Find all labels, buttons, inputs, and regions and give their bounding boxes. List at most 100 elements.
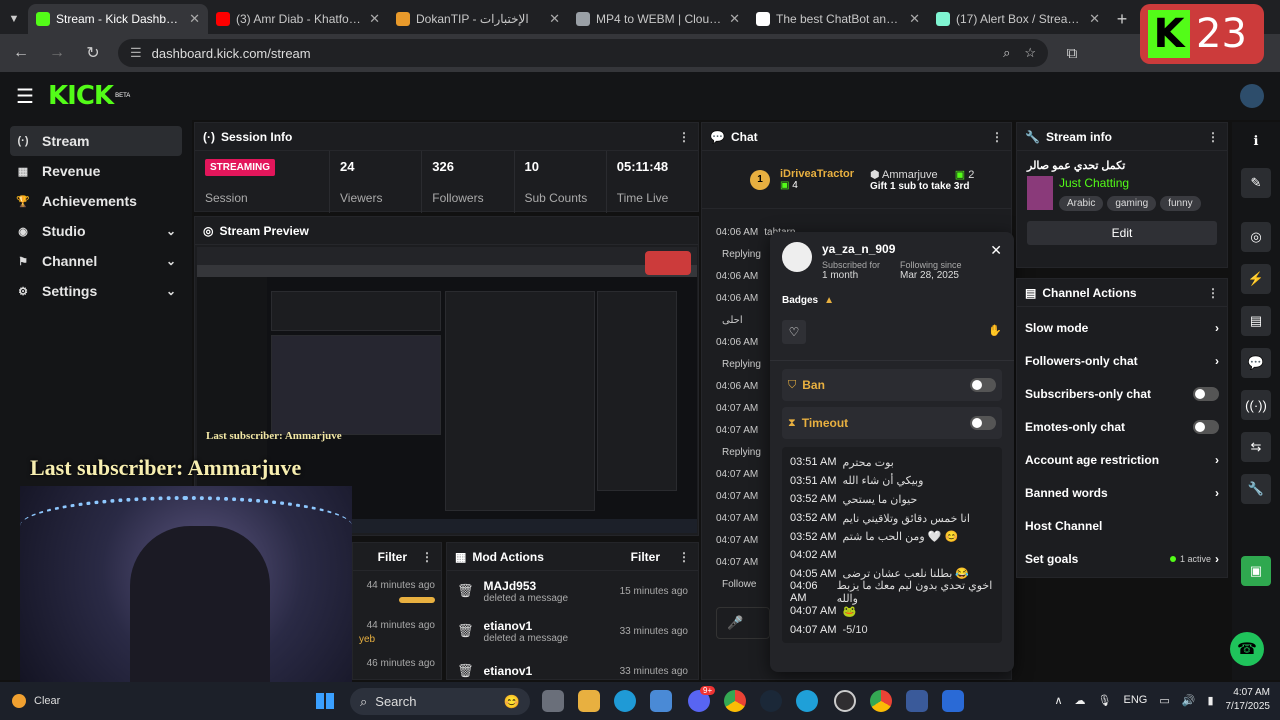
channel-action-host-channel[interactable]: Host Channel	[1017, 509, 1227, 542]
kick-logo[interactable]: KICK	[48, 81, 114, 111]
extensions-icon[interactable]: ⧉	[1062, 45, 1082, 62]
channel-action-subscribers-only-chat[interactable]: Subscribers-only chat	[1017, 377, 1227, 410]
chat-input[interactable]: 🎤	[716, 607, 770, 639]
language-indicator[interactable]: ENG	[1123, 694, 1147, 706]
filter-button[interactable]: Filter	[378, 550, 407, 564]
toggle-switch[interactable]	[1193, 386, 1219, 401]
obs-icon[interactable]	[834, 690, 856, 712]
channel-action-slow-mode[interactable]: Slow mode ›	[1017, 311, 1227, 344]
close-tab-icon[interactable]: ✕	[549, 11, 560, 27]
sidebar-item-studio[interactable]: ◉ Studio ⌄	[10, 216, 182, 246]
channel-action-emotes-only-chat[interactable]: Emotes-only chat	[1017, 410, 1227, 443]
app-check-icon[interactable]	[942, 690, 964, 712]
popup-username[interactable]: ya_za_n_909	[822, 242, 962, 256]
browser-tab[interactable]: (17) Alert Box / Streamlabs ✕	[928, 4, 1108, 34]
mod-action-user[interactable]: MAJd953	[484, 579, 569, 593]
chrome-icon[interactable]	[724, 690, 746, 712]
visual-studio-icon[interactable]	[906, 690, 928, 712]
browser-tab[interactable]: The best ChatBot and Wid ✕	[748, 4, 928, 34]
wrench-icon[interactable]: 🔧	[1241, 474, 1271, 504]
toggle-switch[interactable]	[1193, 419, 1219, 434]
mod-badge-icon[interactable]: ✋	[988, 320, 1002, 344]
stream-info-menu-icon[interactable]: ⋮	[1207, 130, 1219, 144]
clock[interactable]: 4:07 AM 7/17/2025	[1226, 686, 1271, 714]
close-tab-icon[interactable]: ✕	[1089, 11, 1100, 27]
volume-icon[interactable]: 🔊	[1182, 694, 1196, 707]
edit-stream-info-button[interactable]: Edit	[1027, 221, 1217, 245]
url-field[interactable]: ☰ dashboard.kick.com/stream ⌕ ☆	[118, 39, 1048, 67]
onedrive-icon[interactable]: ☁	[1075, 694, 1086, 707]
follow-heart-button[interactable]: ♡	[782, 320, 806, 344]
profile-avatar[interactable]	[1240, 84, 1264, 108]
bookmark-star-icon[interactable]: ☆	[1024, 45, 1036, 61]
gift-leaderboard[interactable]: 1 iDriveaTractor ▣ 4 ⬢ Ammarjuve ▣ 2 Gif…	[702, 151, 1011, 209]
weather-widget[interactable]: Clear	[12, 694, 312, 708]
browser-icon[interactable]	[796, 690, 818, 712]
browser-tab[interactable]: (3) Amr Diab - Khatfoony ( ✕	[208, 4, 388, 34]
windows-start-icon[interactable]	[316, 693, 334, 709]
microphone-icon[interactable]: 🎙	[1098, 694, 1112, 707]
taskbar-search[interactable]: ⌕ Search 😊	[350, 688, 530, 715]
chevron-down-icon[interactable]: ⌄	[166, 284, 176, 298]
sidebar-item-achievements[interactable]: 🏆 Achievements	[10, 186, 182, 216]
gifter-name[interactable]: iDriveaTractor	[780, 168, 854, 180]
channel-action-followers-only-chat[interactable]: Followers-only chat ›	[1017, 344, 1227, 377]
chevron-down-icon[interactable]: ⌄	[166, 254, 176, 268]
new-tab-button[interactable]: +	[1108, 4, 1136, 34]
site-info-icon[interactable]: ☰	[130, 45, 142, 61]
ban-toggle[interactable]	[970, 378, 996, 392]
session-menu-icon[interactable]: ⋮	[678, 130, 690, 144]
sidebar-item-revenue[interactable]: ▦ Revenue	[10, 156, 182, 186]
chrome-active-icon[interactable]	[870, 690, 892, 712]
edit-icon[interactable]: ✎	[1241, 168, 1271, 198]
close-tab-icon[interactable]: ✕	[189, 11, 200, 27]
hamburger-menu-icon[interactable]: ☰	[16, 84, 46, 109]
tray-chevron-icon[interactable]: ∧	[1054, 694, 1062, 707]
chevron-down-icon[interactable]: ⌄	[166, 224, 176, 238]
filter-menu-icon[interactable]: ⋮	[421, 550, 433, 564]
lightning-icon[interactable]: ⚡	[1241, 264, 1271, 294]
category-name[interactable]: Just Chatting	[1059, 176, 1201, 190]
channel-action-banned-words[interactable]: Banned words ›	[1017, 476, 1227, 509]
task-view-icon[interactable]	[542, 690, 564, 712]
close-tab-icon[interactable]: ✕	[729, 11, 740, 27]
close-tab-icon[interactable]: ✕	[909, 11, 920, 27]
back-icon[interactable]: ←	[10, 44, 32, 62]
channel-action-account-age-restriction[interactable]: Account age restriction ›	[1017, 443, 1227, 476]
browser-tab[interactable]: DokanTIP - الإختبارات ✕	[388, 4, 568, 34]
browser-tab[interactable]: MP4 to WEBM | CloudConv ✕	[568, 4, 748, 34]
edge-icon[interactable]	[614, 690, 636, 712]
notes-icon[interactable]: ▤	[1241, 306, 1271, 336]
close-icon[interactable]: ✕	[990, 242, 1002, 281]
timeout-toggle[interactable]	[970, 416, 996, 430]
receiver-name[interactable]: Ammarjuve	[882, 169, 938, 181]
camera-icon[interactable]: ◎	[1241, 222, 1271, 252]
stream-tag[interactable]: funny	[1160, 196, 1201, 211]
mod-action-user[interactable]: etianov1	[484, 664, 533, 678]
battery-icon[interactable]: ▮	[1207, 694, 1213, 707]
sidebar-item-stream[interactable]: (·) Stream	[10, 126, 182, 156]
stream-tag[interactable]: gaming	[1107, 196, 1157, 211]
store-icon[interactable]	[650, 690, 672, 712]
channel-actions-menu-icon[interactable]: ⋮	[1207, 286, 1219, 300]
tab-search-dropdown[interactable]: ▼	[0, 4, 28, 34]
layout-icon[interactable]: ⇆	[1241, 432, 1271, 462]
close-tab-icon[interactable]: ✕	[369, 11, 380, 27]
stream-tag[interactable]: Arabic	[1059, 196, 1104, 211]
app-icon[interactable]: ▣	[1241, 556, 1271, 586]
browser-tab[interactable]: Stream - Kick Dashboard ✕	[28, 4, 208, 34]
sidebar-item-settings[interactable]: ⚙ Settings ⌄	[10, 276, 182, 306]
broadcast-icon[interactable]: ((·))	[1241, 390, 1271, 420]
file-explorer-icon[interactable]	[578, 690, 600, 712]
zoom-icon[interactable]: ⌕	[1003, 45, 1010, 61]
support-chat-button[interactable]: ☎	[1230, 632, 1264, 666]
reload-icon[interactable]: ↻	[82, 43, 104, 63]
chat-menu-icon[interactable]: ⋮	[991, 130, 1003, 144]
mod-action-user[interactable]: etianov1	[484, 619, 569, 633]
network-icon[interactable]: ▭	[1159, 694, 1169, 707]
chat-bubble-icon[interactable]: 💬	[1241, 348, 1271, 378]
mod-menu-icon[interactable]: ⋮	[678, 550, 690, 564]
mod-filter-button[interactable]: Filter	[631, 550, 660, 564]
forward-icon[interactable]: →	[46, 44, 68, 62]
steam-icon[interactable]	[760, 690, 782, 712]
